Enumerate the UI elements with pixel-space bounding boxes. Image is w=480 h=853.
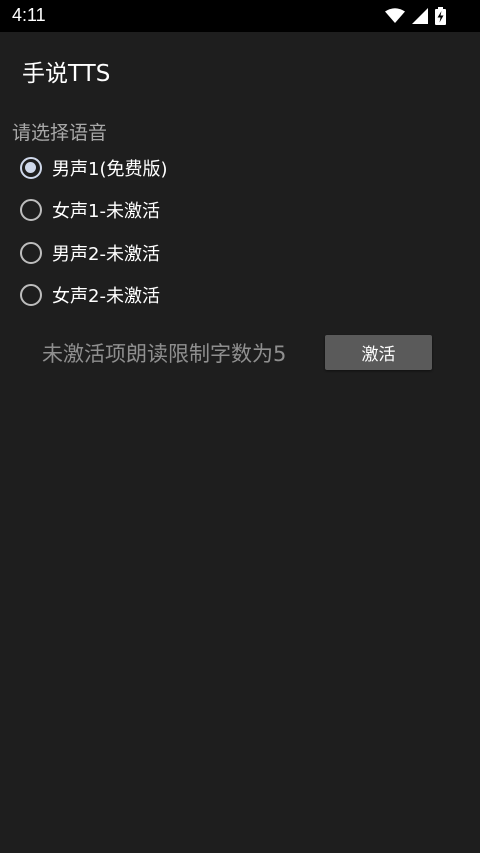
radio-unchecked-icon[interactable]: [20, 242, 42, 264]
status-icons: [379, 6, 446, 26]
status-time: 4:11: [12, 5, 46, 25]
radio-option-female-1[interactable]: 女声1-未激活: [16, 193, 160, 227]
radio-unchecked-icon[interactable]: [20, 199, 42, 221]
activation-limit-notice: 未激活项朗读限制字数为5: [42, 342, 287, 366]
radio-option-male-1[interactable]: 男声1(免费版): [16, 151, 168, 185]
signal-icon: [412, 8, 428, 24]
battery-charging-icon: [435, 7, 446, 25]
radio-unchecked-icon[interactable]: [20, 284, 42, 306]
radio-checked-icon[interactable]: [20, 157, 42, 179]
status-bar: 4:11: [0, 0, 480, 32]
radio-option-label: 男声2-未激活: [52, 244, 160, 265]
radio-option-label: 女声1-未激活: [52, 201, 160, 222]
radio-option-label: 女声2-未激活: [52, 286, 160, 307]
radio-option-male-2[interactable]: 男声2-未激活: [16, 236, 160, 270]
app-title: 手说TTS: [22, 61, 111, 87]
app-bar: 手说TTS: [0, 32, 480, 112]
wifi-icon: [385, 8, 405, 23]
radio-option-label: 男声1(免费版): [52, 159, 168, 180]
activate-button[interactable]: 激活: [325, 335, 432, 370]
voice-section-label: 请选择语音: [12, 122, 108, 144]
radio-option-female-2[interactable]: 女声2-未激活: [16, 278, 160, 312]
